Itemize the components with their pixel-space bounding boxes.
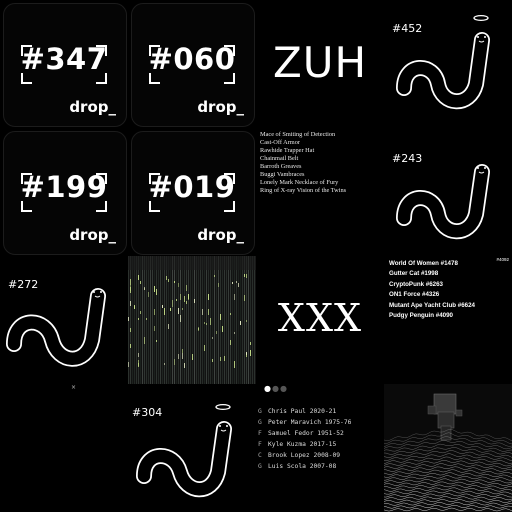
drop-logo: drop_ <box>69 98 116 116</box>
drop-logo: drop_ <box>197 98 244 116</box>
drop-tile[interactable]: #019 drop_ <box>128 128 256 256</box>
loot-item: Rawhide Trapper Hat <box>260 147 315 154</box>
player-row: F Samuel Fedor 1951-52 <box>258 430 344 437</box>
drop-logo: drop_ <box>69 226 116 244</box>
worm-icon <box>136 403 232 498</box>
loot-item: Chainmail Belt <box>260 155 299 162</box>
dots-indicator: ●●● <box>264 384 288 393</box>
worm-icon <box>6 288 106 367</box>
loot-item: Cast-Off Armor <box>260 139 300 146</box>
player-row: G Chris Paul 2020-21 <box>258 408 337 415</box>
terrain-art <box>384 393 512 512</box>
player-row: G Luis Scola 2007-08 <box>258 463 337 470</box>
player-list-tile[interactable]: ●●● G Chris Paul 2020-21 G Peter Maravich … <box>256 384 384 512</box>
blank-tile[interactable]: × <box>0 384 128 512</box>
worm-tile[interactable]: #452 <box>384 0 512 128</box>
worm-icon <box>396 164 490 240</box>
player-row: G Peter Maravich 1975-76 <box>258 419 352 426</box>
terrain-art-tile[interactable] <box>384 384 512 512</box>
nft-list-item: World Of Women #1478 <box>389 260 458 267</box>
nft-gallery-grid: #347 drop_ #060 drop_ ZUH #452 #199 drop… <box>0 0 512 512</box>
nft-id: #4092 <box>496 257 509 262</box>
drop-number: #347 <box>20 42 108 76</box>
drop-number: #019 <box>148 170 236 204</box>
xxx-text: XXX <box>277 296 363 340</box>
worm-tile[interactable]: #272 <box>0 256 128 384</box>
xxx-tile[interactable]: XXX <box>256 256 384 384</box>
worm-icon <box>396 14 490 110</box>
drop-tile[interactable]: #347 drop_ <box>0 0 128 128</box>
close-icon: × <box>71 384 77 391</box>
dot-icon: ● <box>279 384 287 393</box>
drop-tile[interactable]: #199 drop_ <box>0 128 128 256</box>
loot-item: Ring of X-ray Vision of the Twins <box>260 187 347 194</box>
drop-number: #060 <box>148 42 236 76</box>
drop-number: #199 <box>20 170 108 204</box>
nft-list-item: CryptoPunk #6263 <box>389 280 443 288</box>
dot-icon: ● <box>271 384 279 393</box>
matrix-art <box>128 256 256 384</box>
worm-tile[interactable]: #243 <box>384 128 512 256</box>
zuh-text: ZUH <box>272 38 368 87</box>
nft-list-item: ON1 Force #4326 <box>389 291 440 299</box>
player-row: C Brook Lopez 2008-09 <box>258 452 341 459</box>
nft-list-item: Pudgy Penguin #4090 <box>389 312 453 320</box>
loot-item: Mace of Smiting of Detection <box>260 131 336 138</box>
player-row: F Kyle Kuzma 2017-15 <box>258 441 337 448</box>
zuh-tile[interactable]: ZUH <box>256 0 384 128</box>
nft-list-item: Mutant Ape Yacht Club #6624 <box>389 301 475 309</box>
loot-item: Lonely Mark Necklace of Fury <box>260 179 339 186</box>
loot-tile[interactable]: Mace of Smiting of Detection Cast-Off Ar… <box>256 128 384 256</box>
nft-list: World Of Women #1478 Gutter Cat #1998 Cr… <box>389 259 475 321</box>
worm-tile[interactable]: #304 <box>128 384 256 512</box>
nft-list-tile[interactable]: #4092 World Of Women #1478 Gutter Cat #1… <box>384 256 512 384</box>
loot-item: Barroth Greaves <box>260 163 302 170</box>
dot-icon: ● <box>264 384 271 393</box>
drop-tile[interactable]: #060 drop_ <box>128 0 256 128</box>
loot-item: Buggi Vambraces <box>260 171 305 178</box>
matrix-art-tile[interactable] <box>128 256 256 384</box>
nft-list-item: Gutter Cat #1998 <box>389 270 439 278</box>
player-list: G Chris Paul 2020-21 G Peter Maravich 1975… <box>258 406 351 472</box>
loot-list: Mace of Smiting of Detection Cast-Off Ar… <box>260 131 346 195</box>
drop-logo: drop_ <box>197 226 244 244</box>
